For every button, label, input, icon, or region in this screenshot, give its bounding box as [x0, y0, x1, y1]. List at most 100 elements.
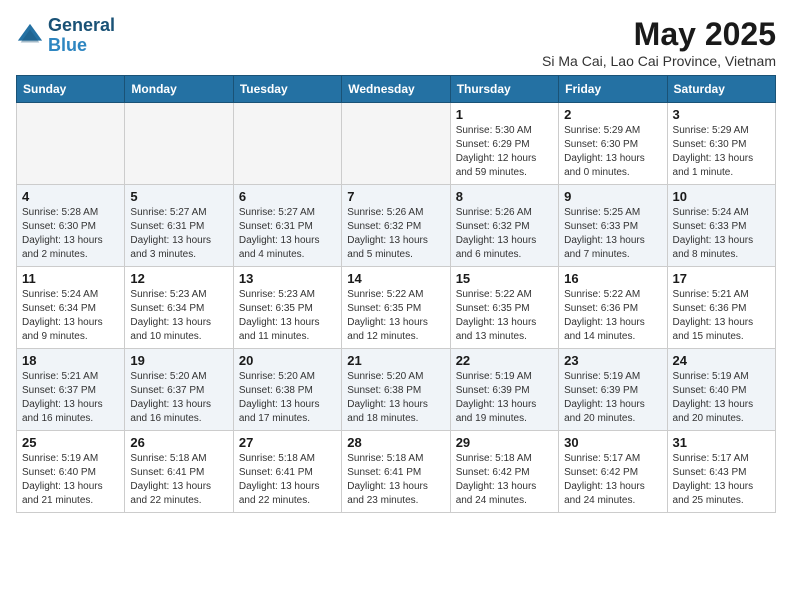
- day-number: 29: [456, 435, 553, 450]
- day-number: 26: [130, 435, 227, 450]
- day-number: 23: [564, 353, 661, 368]
- calendar-cell: 30 Sunrise: 5:17 AM Sunset: 6:42 PM Dayli…: [559, 431, 667, 513]
- day-number: 10: [673, 189, 770, 204]
- subtitle: Si Ma Cai, Lao Cai Province, Vietnam: [542, 53, 776, 69]
- calendar-cell: 6 Sunrise: 5:27 AM Sunset: 6:31 PM Daylig…: [233, 185, 341, 267]
- day-info: Sunrise: 5:19 AM Sunset: 6:39 PM Dayligh…: [456, 370, 553, 426]
- day-info: Sunrise: 5:23 AM Sunset: 6:35 PM Dayligh…: [239, 288, 336, 344]
- weekday-header-friday: Friday: [559, 76, 667, 103]
- day-number: 1: [456, 107, 553, 122]
- calendar-cell: 14Sunrise: 5:22 AM Sunset: 6:35 PM Dayli…: [342, 267, 450, 349]
- calendar-cell: 18Sunrise: 5:21 AM Sunset: 6:37 PM Dayli…: [17, 349, 125, 431]
- day-number: 3: [673, 107, 770, 122]
- day-number: 28: [347, 435, 444, 450]
- day-info: Sunrise: 5:21 AM Sunset: 6:36 PM Dayligh…: [673, 288, 770, 344]
- calendar-cell: 12Sunrise: 5:23 AM Sunset: 6:34 PM Dayli…: [125, 267, 233, 349]
- day-info: Sunrise: 5:23 AM Sunset: 6:34 PM Dayligh…: [130, 288, 227, 344]
- day-number: 19: [130, 353, 227, 368]
- day-info: Sunrise: 5:18 AM Sunset: 6:42 PM Dayligh…: [456, 452, 553, 508]
- day-number: 30: [564, 435, 661, 450]
- calendar-cell: 19 Sunrise: 5:20 AM Sunset: 6:37 PM Dayli…: [125, 349, 233, 431]
- day-number: 27: [239, 435, 336, 450]
- day-number: 25: [22, 435, 119, 450]
- calendar-table: SundayMondayTuesdayWednesdayThursdayFrid…: [16, 75, 776, 513]
- calendar-cell: 31 Sunrise: 5:17 AM Sunset: 6:43 PM Dayli…: [667, 431, 775, 513]
- calendar-cell: 27Sunrise: 5:18 AM Sunset: 6:41 PM Dayli…: [233, 431, 341, 513]
- weekday-header-tuesday: Tuesday: [233, 76, 341, 103]
- calendar-cell: 17 Sunrise: 5:21 AM Sunset: 6:36 PM Dayli…: [667, 267, 775, 349]
- day-number: 5: [130, 189, 227, 204]
- calendar-cell: 9Sunrise: 5:25 AM Sunset: 6:33 PM Daylig…: [559, 185, 667, 267]
- day-number: 21: [347, 353, 444, 368]
- calendar-cell: 13 Sunrise: 5:23 AM Sunset: 6:35 PM Dayli…: [233, 267, 341, 349]
- calendar-cell: [125, 103, 233, 185]
- day-info: Sunrise: 5:26 AM Sunset: 6:32 PM Dayligh…: [347, 206, 444, 262]
- month-title: May 2025: [542, 16, 776, 53]
- day-info: Sunrise: 5:29 AM Sunset: 6:30 PM Dayligh…: [673, 124, 770, 180]
- calendar-cell: 2 Sunrise: 5:29 AM Sunset: 6:30 PM Daylig…: [559, 103, 667, 185]
- day-info: Sunrise: 5:27 AM Sunset: 6:31 PM Dayligh…: [239, 206, 336, 262]
- calendar-cell: 15Sunrise: 5:22 AM Sunset: 6:35 PM Dayli…: [450, 267, 558, 349]
- calendar-week-4: 18Sunrise: 5:21 AM Sunset: 6:37 PM Dayli…: [17, 349, 776, 431]
- day-number: 9: [564, 189, 661, 204]
- day-info: Sunrise: 5:17 AM Sunset: 6:43 PM Dayligh…: [673, 452, 770, 508]
- day-info: Sunrise: 5:27 AM Sunset: 6:31 PM Dayligh…: [130, 206, 227, 262]
- calendar-cell: 25 Sunrise: 5:19 AM Sunset: 6:40 PM Dayli…: [17, 431, 125, 513]
- calendar-cell: 21Sunrise: 5:20 AM Sunset: 6:38 PM Dayli…: [342, 349, 450, 431]
- logo-text: General Blue: [48, 16, 115, 56]
- day-number: 6: [239, 189, 336, 204]
- logo: General Blue: [16, 16, 115, 56]
- weekday-header-thursday: Thursday: [450, 76, 558, 103]
- day-info: Sunrise: 5:19 AM Sunset: 6:40 PM Dayligh…: [673, 370, 770, 426]
- calendar-week-5: 25 Sunrise: 5:19 AM Sunset: 6:40 PM Dayli…: [17, 431, 776, 513]
- day-info: Sunrise: 5:30 AM Sunset: 6:29 PM Dayligh…: [456, 124, 553, 180]
- day-number: 4: [22, 189, 119, 204]
- day-number: 2: [564, 107, 661, 122]
- day-info: Sunrise: 5:22 AM Sunset: 6:36 PM Dayligh…: [564, 288, 661, 344]
- calendar-cell: 8 Sunrise: 5:26 AM Sunset: 6:32 PM Daylig…: [450, 185, 558, 267]
- calendar-week-1: 1 Sunrise: 5:30 AM Sunset: 6:29 PM Daylig…: [17, 103, 776, 185]
- calendar-cell: [233, 103, 341, 185]
- weekday-header-monday: Monday: [125, 76, 233, 103]
- title-area: May 2025 Si Ma Cai, Lao Cai Province, Vi…: [542, 16, 776, 69]
- day-info: Sunrise: 5:19 AM Sunset: 6:40 PM Dayligh…: [22, 452, 119, 508]
- logo-icon: [16, 22, 44, 50]
- calendar-cell: 24 Sunrise: 5:19 AM Sunset: 6:40 PM Dayli…: [667, 349, 775, 431]
- calendar-cell: 29 Sunrise: 5:18 AM Sunset: 6:42 PM Dayli…: [450, 431, 558, 513]
- weekday-header-row: SundayMondayTuesdayWednesdayThursdayFrid…: [17, 76, 776, 103]
- day-number: 13: [239, 271, 336, 286]
- day-number: 31: [673, 435, 770, 450]
- day-info: Sunrise: 5:18 AM Sunset: 6:41 PM Dayligh…: [130, 452, 227, 508]
- calendar-cell: [342, 103, 450, 185]
- day-info: Sunrise: 5:29 AM Sunset: 6:30 PM Dayligh…: [564, 124, 661, 180]
- day-info: Sunrise: 5:17 AM Sunset: 6:42 PM Dayligh…: [564, 452, 661, 508]
- calendar-cell: 1 Sunrise: 5:30 AM Sunset: 6:29 PM Daylig…: [450, 103, 558, 185]
- page-header: General Blue May 2025 Si Ma Cai, Lao Cai…: [16, 16, 776, 69]
- day-number: 20: [239, 353, 336, 368]
- day-info: Sunrise: 5:28 AM Sunset: 6:30 PM Dayligh…: [22, 206, 119, 262]
- calendar-cell: [17, 103, 125, 185]
- day-info: Sunrise: 5:26 AM Sunset: 6:32 PM Dayligh…: [456, 206, 553, 262]
- calendar-cell: 22 Sunrise: 5:19 AM Sunset: 6:39 PM Dayli…: [450, 349, 558, 431]
- day-number: 15: [456, 271, 553, 286]
- calendar-cell: 4 Sunrise: 5:28 AM Sunset: 6:30 PM Daylig…: [17, 185, 125, 267]
- day-info: Sunrise: 5:18 AM Sunset: 6:41 PM Dayligh…: [347, 452, 444, 508]
- calendar-cell: 11Sunrise: 5:24 AM Sunset: 6:34 PM Dayli…: [17, 267, 125, 349]
- calendar-cell: 7Sunrise: 5:26 AM Sunset: 6:32 PM Daylig…: [342, 185, 450, 267]
- calendar-cell: 10Sunrise: 5:24 AM Sunset: 6:33 PM Dayli…: [667, 185, 775, 267]
- day-number: 17: [673, 271, 770, 286]
- calendar-cell: 23Sunrise: 5:19 AM Sunset: 6:39 PM Dayli…: [559, 349, 667, 431]
- day-number: 14: [347, 271, 444, 286]
- weekday-header-sunday: Sunday: [17, 76, 125, 103]
- weekday-header-saturday: Saturday: [667, 76, 775, 103]
- day-number: 18: [22, 353, 119, 368]
- day-info: Sunrise: 5:24 AM Sunset: 6:34 PM Dayligh…: [22, 288, 119, 344]
- day-number: 8: [456, 189, 553, 204]
- calendar-cell: 16 Sunrise: 5:22 AM Sunset: 6:36 PM Dayli…: [559, 267, 667, 349]
- day-info: Sunrise: 5:20 AM Sunset: 6:37 PM Dayligh…: [130, 370, 227, 426]
- day-number: 16: [564, 271, 661, 286]
- calendar-cell: 3 Sunrise: 5:29 AM Sunset: 6:30 PM Daylig…: [667, 103, 775, 185]
- day-number: 22: [456, 353, 553, 368]
- calendar-cell: 5 Sunrise: 5:27 AM Sunset: 6:31 PM Daylig…: [125, 185, 233, 267]
- day-number: 24: [673, 353, 770, 368]
